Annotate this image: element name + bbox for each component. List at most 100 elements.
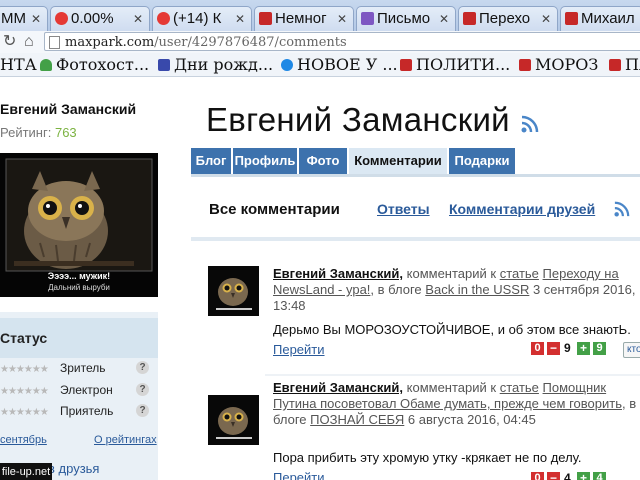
- close-icon[interactable]: ✕: [133, 7, 143, 31]
- comment-author-link[interactable]: Евгений Заманский,: [273, 380, 403, 395]
- level-stars-icon: ★★★★★★: [0, 364, 49, 375]
- comment-body: Дерьмо Вы МОРОЗОУСТОЙЧИВОЕ, и об этом вс…: [273, 322, 631, 337]
- level-label: Приятель: [60, 404, 114, 418]
- owl-avatar[interactable]: [208, 395, 259, 445]
- bookmarks-bar: НТА Фотохост... Дни рожд... НОВОЕ У ... …: [0, 53, 640, 77]
- comment-body: Пора прибить эту хромую утку -крякает не…: [273, 450, 582, 465]
- plus-icon[interactable]: +: [577, 342, 590, 355]
- document-icon: [49, 36, 60, 49]
- browser-toolbar: ↻ ⌂ maxpark.com/user/4297876487/comments: [0, 31, 640, 54]
- blog-link[interactable]: Back in the USSR: [425, 282, 529, 297]
- tab-favicon-icon: [361, 12, 374, 25]
- sidebar-user-name[interactable]: Евгений Заманский: [0, 101, 136, 117]
- tab-favicon-icon: [565, 12, 578, 25]
- comment-author-link[interactable]: Евгений Заманский,: [273, 266, 403, 281]
- browser-tab[interactable]: Письмо ✕: [356, 6, 456, 31]
- bookmark[interactable]: ПА: [609, 53, 640, 76]
- tab-comments[interactable]: Комментарии: [349, 148, 447, 174]
- bookmark-label: Фотохост...: [56, 55, 150, 74]
- bookmark-favicon-icon: [281, 59, 293, 71]
- browser-tab[interactable]: (+14) К ✕: [152, 6, 252, 31]
- tab-favicon-icon: [463, 12, 476, 25]
- who-voted-button[interactable]: кто: [623, 342, 640, 358]
- open-comment-link[interactable]: Перейти: [273, 342, 325, 357]
- profile-tabs: Блог Профиль Фото Комментарии Подарки: [191, 148, 640, 177]
- subnav-friends-comments[interactable]: Комментарии друзей: [449, 201, 595, 217]
- blog-link[interactable]: ПОЗНАЙ СЕБЯ: [310, 412, 404, 427]
- rating-value: 4: [564, 471, 571, 480]
- tab-label: Письмо: [377, 10, 431, 27]
- owl-avatar: Ээээ... мужик! Дальний выруби: [0, 153, 158, 297]
- browser-tab[interactable]: 0.00% ✕: [50, 6, 150, 31]
- bookmark-label: НТА: [0, 55, 37, 74]
- status-title: Статус: [0, 318, 158, 358]
- owl-avatar[interactable]: [208, 266, 259, 316]
- minus-icon[interactable]: −: [547, 342, 560, 355]
- help-icon[interactable]: ?: [136, 383, 149, 396]
- browser-tab[interactable]: ММ ✕: [0, 6, 48, 31]
- close-icon[interactable]: ✕: [439, 7, 449, 31]
- minus-count: 0: [531, 472, 544, 480]
- close-icon[interactable]: ✕: [337, 7, 347, 31]
- article-word-link[interactable]: статье: [500, 380, 539, 395]
- subnav-all-comments: Все комментарии: [209, 201, 340, 218]
- close-icon[interactable]: ✕: [541, 7, 551, 31]
- tab-gifts[interactable]: Подарки: [449, 148, 515, 174]
- browser-tab[interactable]: Перехо ✕: [458, 6, 558, 31]
- comment-divider: [265, 374, 640, 376]
- close-icon[interactable]: ✕: [235, 7, 245, 31]
- rss-icon[interactable]: [521, 115, 539, 133]
- bookmark[interactable]: Фотохост...: [40, 53, 149, 76]
- comment-item: Евгений Заманский, комментарий к статье …: [208, 266, 640, 358]
- tab-profile[interactable]: Профиль: [233, 148, 297, 174]
- tab-photo[interactable]: Фото: [299, 148, 347, 174]
- article-word-link[interactable]: статье: [500, 266, 539, 281]
- bookmark[interactable]: ПОЛИТИ...: [400, 53, 510, 76]
- rating-value: 9: [564, 341, 571, 355]
- tab-blog[interactable]: Блог: [191, 148, 231, 174]
- bookmark[interactable]: Дни рожд...: [158, 53, 273, 76]
- home-icon[interactable]: ⌂: [24, 33, 34, 51]
- status-level: ★★★★★★ Зритель ?: [0, 361, 158, 379]
- minus-icon[interactable]: −: [547, 472, 560, 480]
- subnav-answers[interactable]: Ответы: [377, 201, 430, 217]
- status-month-link[interactable]: сентябрь: [0, 434, 47, 446]
- help-icon[interactable]: ?: [136, 361, 149, 374]
- open-comment-link[interactable]: Перейти: [273, 470, 325, 480]
- reload-icon[interactable]: ↻: [3, 33, 16, 51]
- add-friend-link[interactable]: в друзья: [48, 461, 99, 476]
- bookmark-favicon-icon: [609, 59, 621, 71]
- close-icon[interactable]: ✕: [31, 7, 41, 31]
- comment-meta: Евгений Заманский, комментарий к статье …: [273, 266, 640, 314]
- bookmark-label: ПОЛИТИ...: [416, 55, 511, 74]
- tab-favicon-icon: [259, 12, 272, 25]
- browser-tab[interactable]: Михаил: [560, 6, 640, 31]
- address-bar[interactable]: maxpark.com/user/4297876487/comments: [44, 32, 640, 51]
- divider: [191, 237, 640, 241]
- rating-label: Рейтинг:: [0, 125, 52, 140]
- tab-favicon-icon: [55, 12, 68, 25]
- plus-icon[interactable]: +: [577, 472, 590, 480]
- comment-item: Евгений Заманский, комментарий к статье …: [208, 380, 640, 480]
- url-host: maxpark.com: [65, 35, 155, 50]
- tab-label: ММ: [1, 10, 26, 27]
- page-content: Евгений Заманский Рейтинг: 763 Ээээ... м…: [0, 77, 640, 480]
- bookmark[interactable]: НОВОЕ У ...: [281, 53, 398, 76]
- tab-label: Перехо: [479, 10, 531, 27]
- url-path: /user/4297876487/comments: [154, 35, 347, 50]
- comment-prefix: комментарий к: [406, 266, 497, 281]
- tab-label: (+14) К: [173, 10, 222, 27]
- help-icon[interactable]: ?: [136, 404, 149, 417]
- level-label: Электрон: [60, 383, 113, 397]
- level-stars-icon: ★★★★★★: [0, 407, 49, 418]
- page-title: Евгений Заманский: [206, 101, 510, 138]
- browser-tab[interactable]: Немног ✕: [254, 6, 354, 31]
- bookmark[interactable]: НТА: [0, 53, 37, 76]
- about-ratings-link[interactable]: О рейтингах: [94, 434, 157, 446]
- bookmark-favicon-icon: [400, 59, 412, 71]
- rss-icon[interactable]: [614, 201, 630, 217]
- avatar-caption: Дальний выруби: [48, 283, 110, 292]
- minus-count: 0: [531, 342, 544, 355]
- bookmark[interactable]: МОРОЗ: [519, 53, 598, 76]
- in-blog-text: , в блоге: [370, 282, 422, 297]
